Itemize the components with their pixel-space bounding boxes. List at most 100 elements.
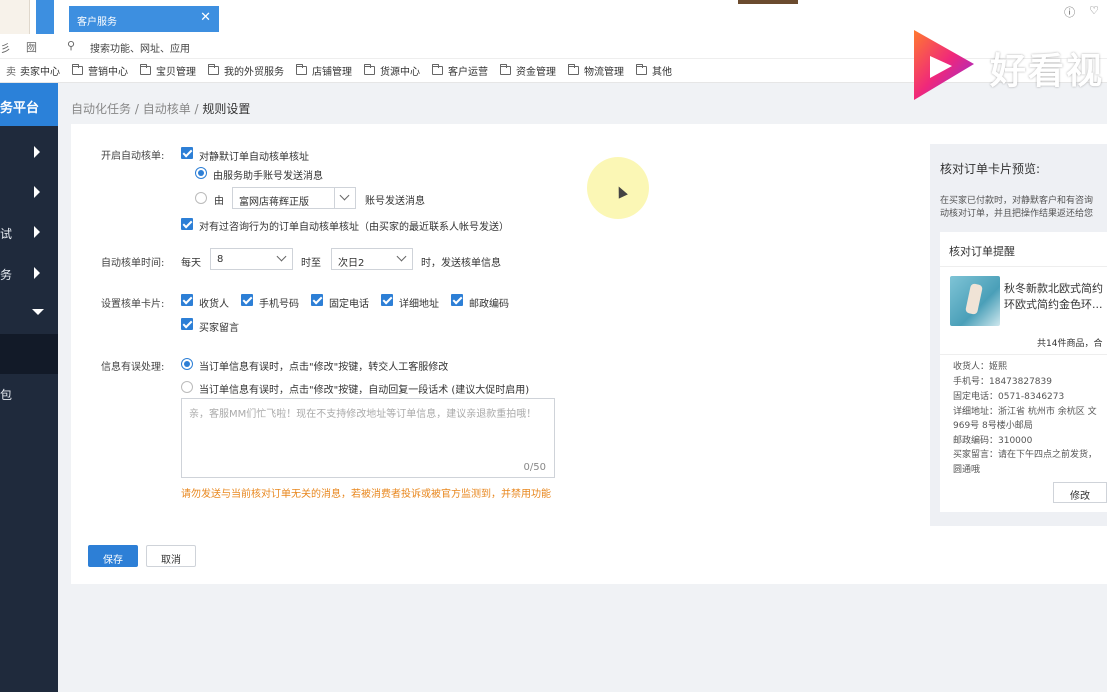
bookmark-label: 其他 [652,67,672,78]
settings-icon[interactable]: ♡ [1089,4,1099,20]
bookmark-label: 客户运营 [448,67,488,78]
sidebar-item[interactable] [0,173,58,213]
tab-stub[interactable] [0,0,30,34]
field-postcode-checkbox[interactable] [451,294,463,306]
preview-postcode: 邮政编码：310000 [953,436,1033,446]
field-phone-text: 手机号码 [259,299,299,310]
bookmark-item[interactable]: 营销中心 [72,63,128,78]
end-hour-value: 次日2 [338,258,365,269]
folder-icon [364,64,375,75]
seller-icon: 卖 [6,67,16,78]
error-option-manual-radio[interactable] [181,358,193,370]
field-phone-checkbox[interactable] [241,294,253,306]
preview-landline: 固定电话：0571-8346273 [953,392,1065,402]
start-hour-value: 8 [217,254,224,265]
breadcrumb-link[interactable]: 自动化任务 [71,102,131,116]
bookmark-item[interactable]: 物流管理 [568,63,624,78]
sidebar-item-selected[interactable] [0,334,58,374]
sidebar-item[interactable]: 包 [0,374,58,414]
folder-icon [432,64,443,75]
end-hour-select[interactable]: 次日2 [331,248,413,270]
bookmark-item[interactable]: 店铺管理 [296,63,352,78]
bookmark-item[interactable]: 宝贝管理 [140,63,196,78]
field-message-text: 买家留言 [199,323,239,334]
preview-message: 圆通哦 [953,465,981,475]
sidebar-item[interactable] [0,294,58,334]
account-select[interactable]: 富网店蒋辉正版 [232,187,356,209]
top-right-icons: ⓘ ♡ [1064,4,1099,20]
sidebar-header: 务平台 [0,83,58,126]
field-address-checkbox[interactable] [381,294,393,306]
field-landline-checkbox[interactable] [311,294,323,306]
chevron-right-icon [34,267,40,279]
search-icon[interactable]: ⚲ [67,39,75,52]
error-option-manual-text: 当订单信息有误时，点击"修改"按键，转交人工客服修改 [199,362,449,373]
preview-address: 详细地址：浙江省 杭州市 余杭区 文 [953,407,1097,417]
preview-phone: 手机号：18473827839 [953,377,1052,387]
preview-card: 核对订单提醒 秋冬新款北欧式简约 环欧式简约金色环... 共14件商品，合 收货… [940,232,1107,512]
bookmark-item[interactable]: 货源中心 [364,63,420,78]
save-button[interactable]: 保存 [88,545,138,567]
folder-icon [208,64,219,75]
preview-message: 买家留言：请在下午四点之前发货， [953,450,1098,460]
breadcrumb-current: 规则设置 [202,102,251,116]
bookmark-item[interactable]: 资金管理 [500,63,556,78]
folder-icon [72,64,83,75]
auto-check-label: 开启自动核单: [101,151,165,162]
apps-icon[interactable]: 囫 [26,39,37,55]
field-receiver-text: 收货人 [199,299,229,310]
tab-stub-blue[interactable] [36,0,54,34]
silent-order-text: 对静默订单自动核单核址 [199,152,309,163]
sidebar-item[interactable] [0,133,58,173]
auto-reply-textarea[interactable]: 亲，客服MM们忙飞啦！现在不支持修改地址等订单信息，建议亲退款重拍哦！ 0/50 [181,398,555,478]
bookmark-label: 店铺管理 [312,67,352,78]
send-by-assistant-radio[interactable] [195,167,207,179]
field-message-checkbox[interactable] [181,318,193,330]
folder-icon [296,64,307,75]
silent-order-checkbox[interactable] [181,147,193,159]
send-by-assistant-text: 由服务助手账号发送消息 [213,171,323,182]
preview-edit-button[interactable]: 修改 [1053,482,1107,503]
consulted-order-checkbox[interactable] [181,218,193,230]
breadcrumb-link[interactable]: 自动核单 [143,102,191,116]
bookmark-item[interactable]: 客户运营 [432,63,488,78]
chevron-right-icon [34,146,40,158]
card-fields-label: 设置核单卡片: [101,299,165,310]
bookmark-item[interactable]: 我的外贸服务 [208,63,284,78]
preview-desc: 在买家已付款时，对静默客户和有咨询 [940,196,1094,206]
chevron-right-icon [34,186,40,198]
account-select-value: 富网店蒋辉正版 [239,197,309,208]
close-icon[interactable]: ✕ [200,10,211,25]
sidebar-item[interactable]: 务 [0,254,58,294]
bookmark-label: 货源中心 [380,67,420,78]
bookmark-item[interactable]: 其他 [636,63,672,78]
bookmark-label: 我的外贸服务 [224,67,284,78]
help-icon[interactable]: ⓘ [1064,4,1075,20]
error-option-auto-reply-text: 当订单信息有误时，点击"修改"按键，自动回复一段话术 (建议大促时启用) [199,385,530,396]
search-input[interactable]: 搜索功能、网址、应用 [90,40,190,55]
char-count: 0/50 [523,462,546,473]
send-by-suffix: 账号发送消息 [365,196,425,207]
bookmark-seller-center[interactable]: 卖 卖家中心 [6,63,60,78]
product-thumbnail [950,276,1000,326]
cancel-button[interactable]: 取消 [146,545,196,567]
warning-text: 请勿发送与当前核对订单无关的消息，若被消费者投诉或被官方监测到，并禁用功能 [181,489,551,500]
tab-customer-service[interactable]: 客户服务 ✕ [69,6,219,32]
start-hour-select[interactable]: 8 [210,248,293,270]
sidebar: 务平台 试 务 包 [0,83,58,692]
sidebar-item[interactable]: 试 [0,213,58,253]
field-receiver-checkbox[interactable] [181,294,193,306]
product-total: 共14件商品，合 [1037,339,1103,349]
error-option-auto-reply-radio[interactable] [181,381,193,393]
auto-check-time-label: 自动核单时间: [101,258,165,269]
folder-icon [568,64,579,75]
tab-label: 客户服务 [77,17,117,28]
breadcrumb: 自动化任务 / 自动核单 / 规则设置 [71,102,251,116]
field-landline-text: 固定电话 [329,299,369,310]
bookmark-label: 物流管理 [584,67,624,78]
send-by-account-radio[interactable] [195,192,207,204]
product-name: 环欧式简约金色环... [1004,298,1103,311]
field-address-text: 详细地址 [399,299,439,310]
bookmark-label: 宝贝管理 [156,67,196,78]
back-icon[interactable]: 彡 [0,40,11,56]
